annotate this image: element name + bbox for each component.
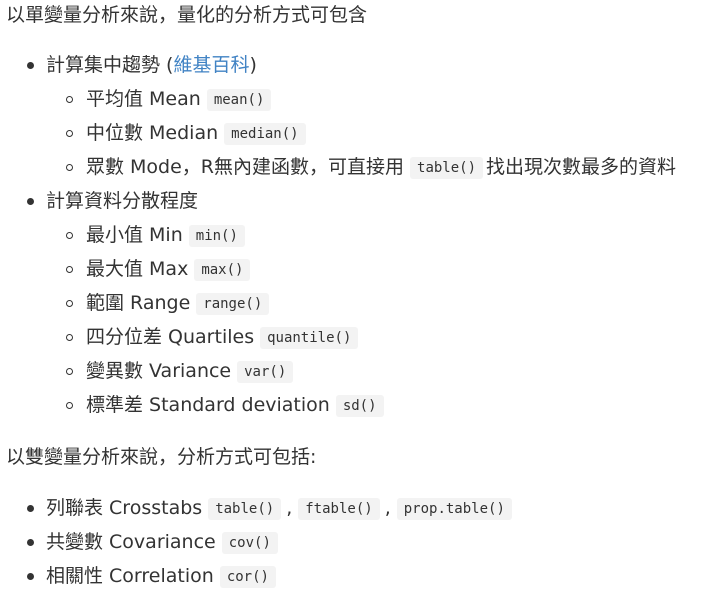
range-label: 範圍 Range — [86, 292, 191, 314]
circle-bullet-icon — [66, 300, 73, 307]
prop-table-code: prop.table() — [396, 498, 512, 520]
variance-label: 變異數 Variance — [86, 360, 232, 382]
quartiles-label: 四分位差 Quartiles — [86, 326, 255, 348]
disc-bullet-icon — [27, 505, 34, 512]
bivariate-intro: 以雙變量分析來說，分析方式可包括: — [6, 446, 317, 468]
disc-bullet-icon — [27, 198, 34, 205]
document-page: 以單變量分析來說，量化的分析方式可包含 計算集中趨勢 (維基百科) 平均值 Me… — [0, 0, 717, 588]
cor-code: cor() — [219, 566, 276, 588]
central-tendency-label: 計算集中趨勢 — [46, 54, 161, 76]
wikipedia-link[interactable]: 維基百科 — [173, 54, 249, 76]
circle-bullet-icon — [66, 402, 73, 409]
disc-bullet-icon — [27, 539, 34, 546]
disc-bullet-icon — [27, 62, 34, 69]
mode-suffix: 找出現次數最多的資料 — [486, 156, 677, 178]
disc-bullet-icon — [27, 573, 34, 580]
circle-bullet-icon — [66, 96, 73, 103]
median-label: 中位數 Median — [86, 122, 219, 144]
paren-close: ) — [249, 54, 257, 76]
median-code: median() — [224, 123, 306, 145]
circle-bullet-icon — [66, 266, 73, 273]
max-label: 最大值 Max — [86, 258, 189, 280]
range-code: range() — [196, 293, 270, 315]
mean-code: mean() — [206, 89, 272, 111]
min-code: min() — [188, 225, 245, 247]
separator: , — [384, 497, 391, 519]
circle-bullet-icon — [66, 130, 73, 137]
sd-code: sd() — [335, 395, 384, 417]
ftable-code: ftable() — [298, 498, 380, 520]
sd-label: 標準差 Standard deviation — [86, 394, 330, 416]
circle-bullet-icon — [66, 334, 73, 341]
circle-bullet-icon — [66, 164, 73, 171]
table-code: table() — [208, 498, 282, 520]
paren-open: ( — [160, 54, 174, 76]
mode-label: 眾數 Mode，R無內建函數，可直接用 — [86, 156, 405, 178]
separator: , — [286, 497, 293, 519]
cov-code: cov() — [221, 532, 278, 554]
covariance-label: 共變數 Covariance — [46, 531, 216, 553]
variance-code: var() — [237, 361, 294, 383]
circle-bullet-icon — [66, 368, 73, 375]
mean-label: 平均值 Mean — [86, 88, 201, 110]
univariate-intro: 以單變量分析來說，量化的分析方式可包含 — [6, 4, 368, 26]
dispersion-label: 計算資料分散程度 — [46, 190, 199, 212]
max-code: max() — [194, 259, 251, 281]
quartiles-code: quantile() — [260, 327, 359, 349]
circle-bullet-icon — [66, 232, 73, 239]
correlation-label: 相關性 Correlation — [46, 565, 214, 587]
crosstabs-label: 列聯表 Crosstabs — [46, 497, 203, 519]
min-label: 最小值 Min — [86, 224, 183, 246]
mode-code: table() — [410, 157, 484, 179]
